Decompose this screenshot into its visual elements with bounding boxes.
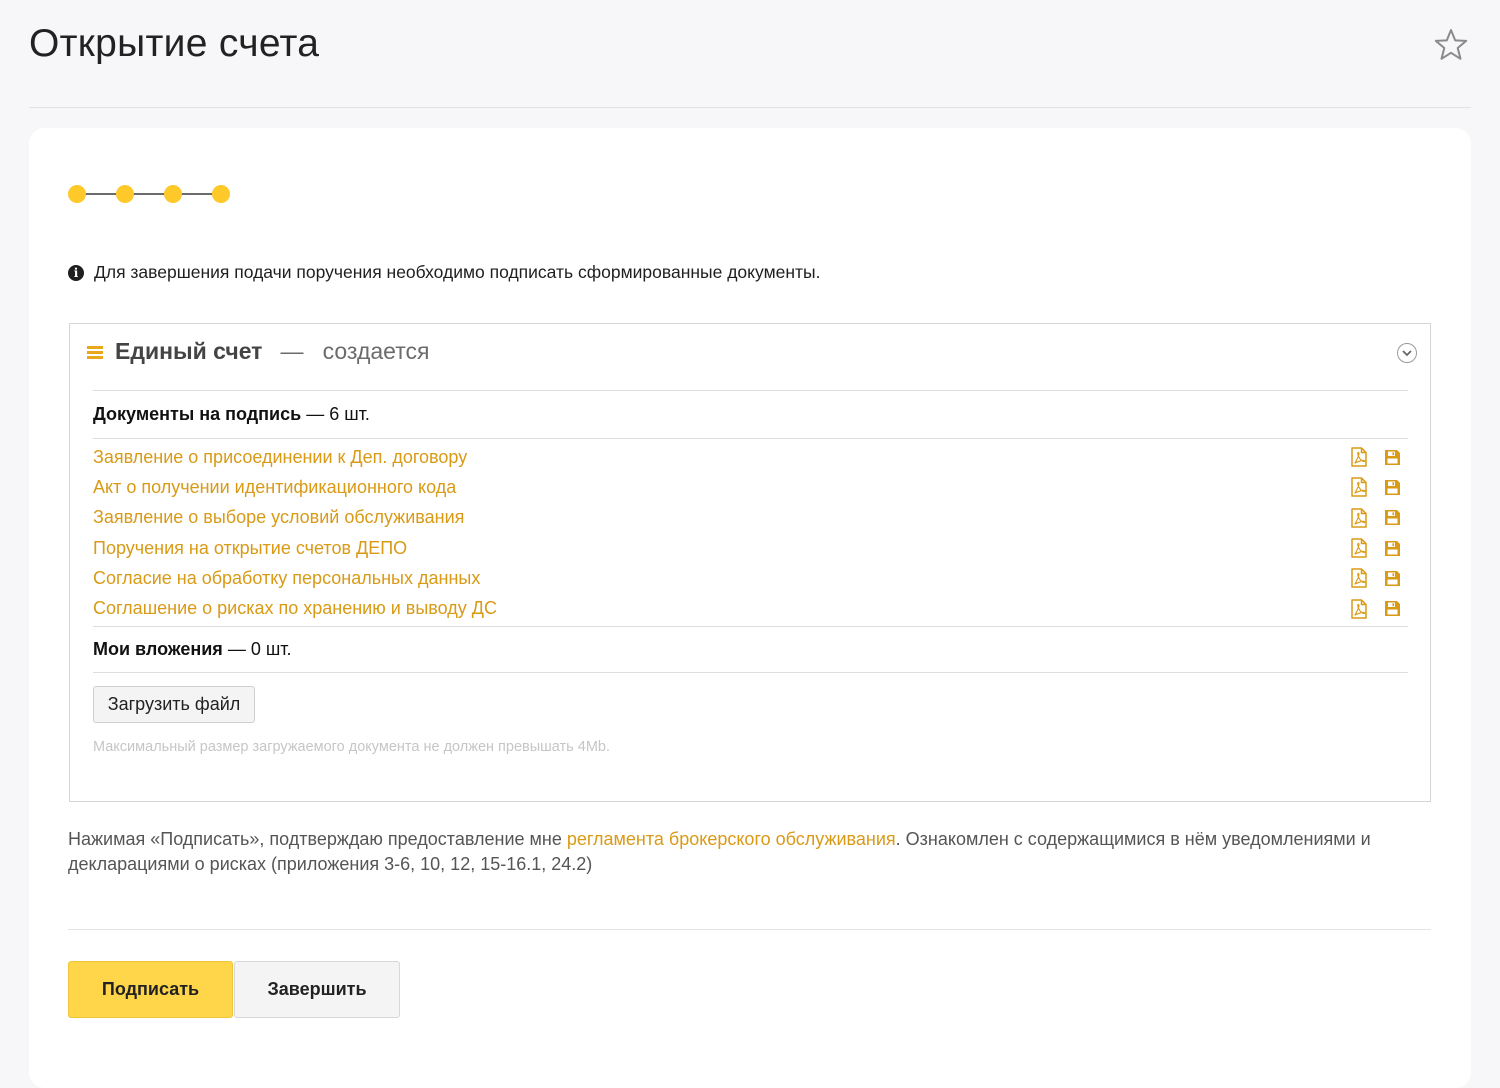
pdf-file-icon[interactable] xyxy=(1350,538,1368,558)
regulations-link[interactable]: регламента брокерского обслуживания xyxy=(567,829,896,849)
document-actions xyxy=(1350,507,1401,528)
progress-stepper xyxy=(68,185,230,203)
document-row: Заявление о выборе условий обслуживания xyxy=(93,503,1403,533)
save-floppy-icon[interactable] xyxy=(1384,540,1401,557)
document-link[interactable]: Заявление о выборе условий обслуживания xyxy=(93,507,464,528)
step-dot-3 xyxy=(164,185,182,203)
pdf-file-icon[interactable] xyxy=(1350,507,1368,528)
page-title: Открытие счета xyxy=(29,22,320,65)
upload-file-button[interactable]: Загрузить файл xyxy=(93,686,255,723)
document-row: Согласие на обработку персональных данны… xyxy=(93,563,1403,593)
pdf-file-icon[interactable] xyxy=(1350,477,1368,498)
panel-status: — создается xyxy=(280,338,429,365)
panel-divider xyxy=(93,390,1408,391)
panel-status-text: создается xyxy=(322,338,430,364)
info-text: Для завершения подачи поручения необходи… xyxy=(94,262,821,282)
step-dot-4 xyxy=(212,185,230,203)
hamburger-icon xyxy=(87,345,103,360)
documents-list: Заявление о присоединении к Деп. договор… xyxy=(93,442,1403,624)
document-row: Поручения на открытие счетов ДЕПО xyxy=(93,533,1403,563)
document-actions xyxy=(1350,447,1401,467)
save-floppy-icon[interactable] xyxy=(1384,479,1401,496)
consent-text: Нажимая «Подписать», подтверждаю предост… xyxy=(68,827,1438,877)
documents-count: — 6 шт. xyxy=(306,404,370,424)
document-link[interactable]: Акт о получении идентификационного кода xyxy=(93,477,456,498)
documents-heading: Документы на подпись — 6 шт. xyxy=(93,404,370,425)
save-floppy-icon[interactable] xyxy=(1384,570,1401,587)
save-floppy-icon[interactable] xyxy=(1384,600,1401,617)
info-message: i Для завершения подачи поручения необхо… xyxy=(68,262,820,283)
stepper-line xyxy=(77,193,221,195)
document-actions xyxy=(1350,598,1401,619)
document-actions xyxy=(1350,568,1401,589)
save-floppy-icon[interactable] xyxy=(1384,509,1401,526)
finish-button[interactable]: Завершить xyxy=(234,961,400,1018)
pdf-file-icon[interactable] xyxy=(1350,447,1368,467)
document-actions xyxy=(1350,538,1401,558)
panel-header: Единый счет — создается xyxy=(87,338,429,365)
document-link[interactable]: Заявление о присоединении к Деп. договор… xyxy=(93,447,467,468)
document-link[interactable]: Согласие на обработку персональных данны… xyxy=(93,568,480,589)
info-circle-icon: i xyxy=(68,264,84,281)
documents-divider xyxy=(93,438,1408,439)
account-panel: Единый счет — создается Документы на под… xyxy=(69,323,1431,802)
attachments-count: — 0 шт. xyxy=(227,639,292,659)
chevron-down-icon[interactable] xyxy=(1397,343,1417,363)
star-icon[interactable] xyxy=(1433,27,1469,63)
attachments-divider xyxy=(93,626,1408,627)
title-divider xyxy=(29,107,1471,108)
pdf-file-icon[interactable] xyxy=(1350,598,1368,619)
actions-divider xyxy=(68,929,1431,930)
consent-before: Нажимая «Подписать», подтверждаю предост… xyxy=(68,829,567,849)
save-floppy-icon[interactable] xyxy=(1384,449,1401,466)
attachments-label: Мои вложения xyxy=(93,639,223,659)
sign-button[interactable]: Подписать xyxy=(68,961,233,1018)
document-link[interactable]: Соглашение о рисках по хранению и выводу… xyxy=(93,598,497,619)
panel-title: Единый счет xyxy=(115,338,263,364)
document-row: Акт о получении идентификационного кода xyxy=(93,472,1403,502)
pdf-file-icon[interactable] xyxy=(1350,568,1368,589)
step-dot-1 xyxy=(68,185,86,203)
documents-label: Документы на подпись xyxy=(93,404,302,424)
attachments-heading: Мои вложения — 0 шт. xyxy=(93,639,292,660)
panel-status-dash: — xyxy=(280,338,304,364)
document-actions xyxy=(1350,477,1401,498)
upload-hint: Максимальный размер загружаемого докумен… xyxy=(93,739,610,755)
step-dot-2 xyxy=(116,185,134,203)
upload-divider xyxy=(93,672,1408,673)
document-row: Заявление о присоединении к Деп. договор… xyxy=(93,442,1403,472)
document-row: Соглашение о рисках по хранению и выводу… xyxy=(93,593,1403,623)
document-link[interactable]: Поручения на открытие счетов ДЕПО xyxy=(93,538,407,559)
